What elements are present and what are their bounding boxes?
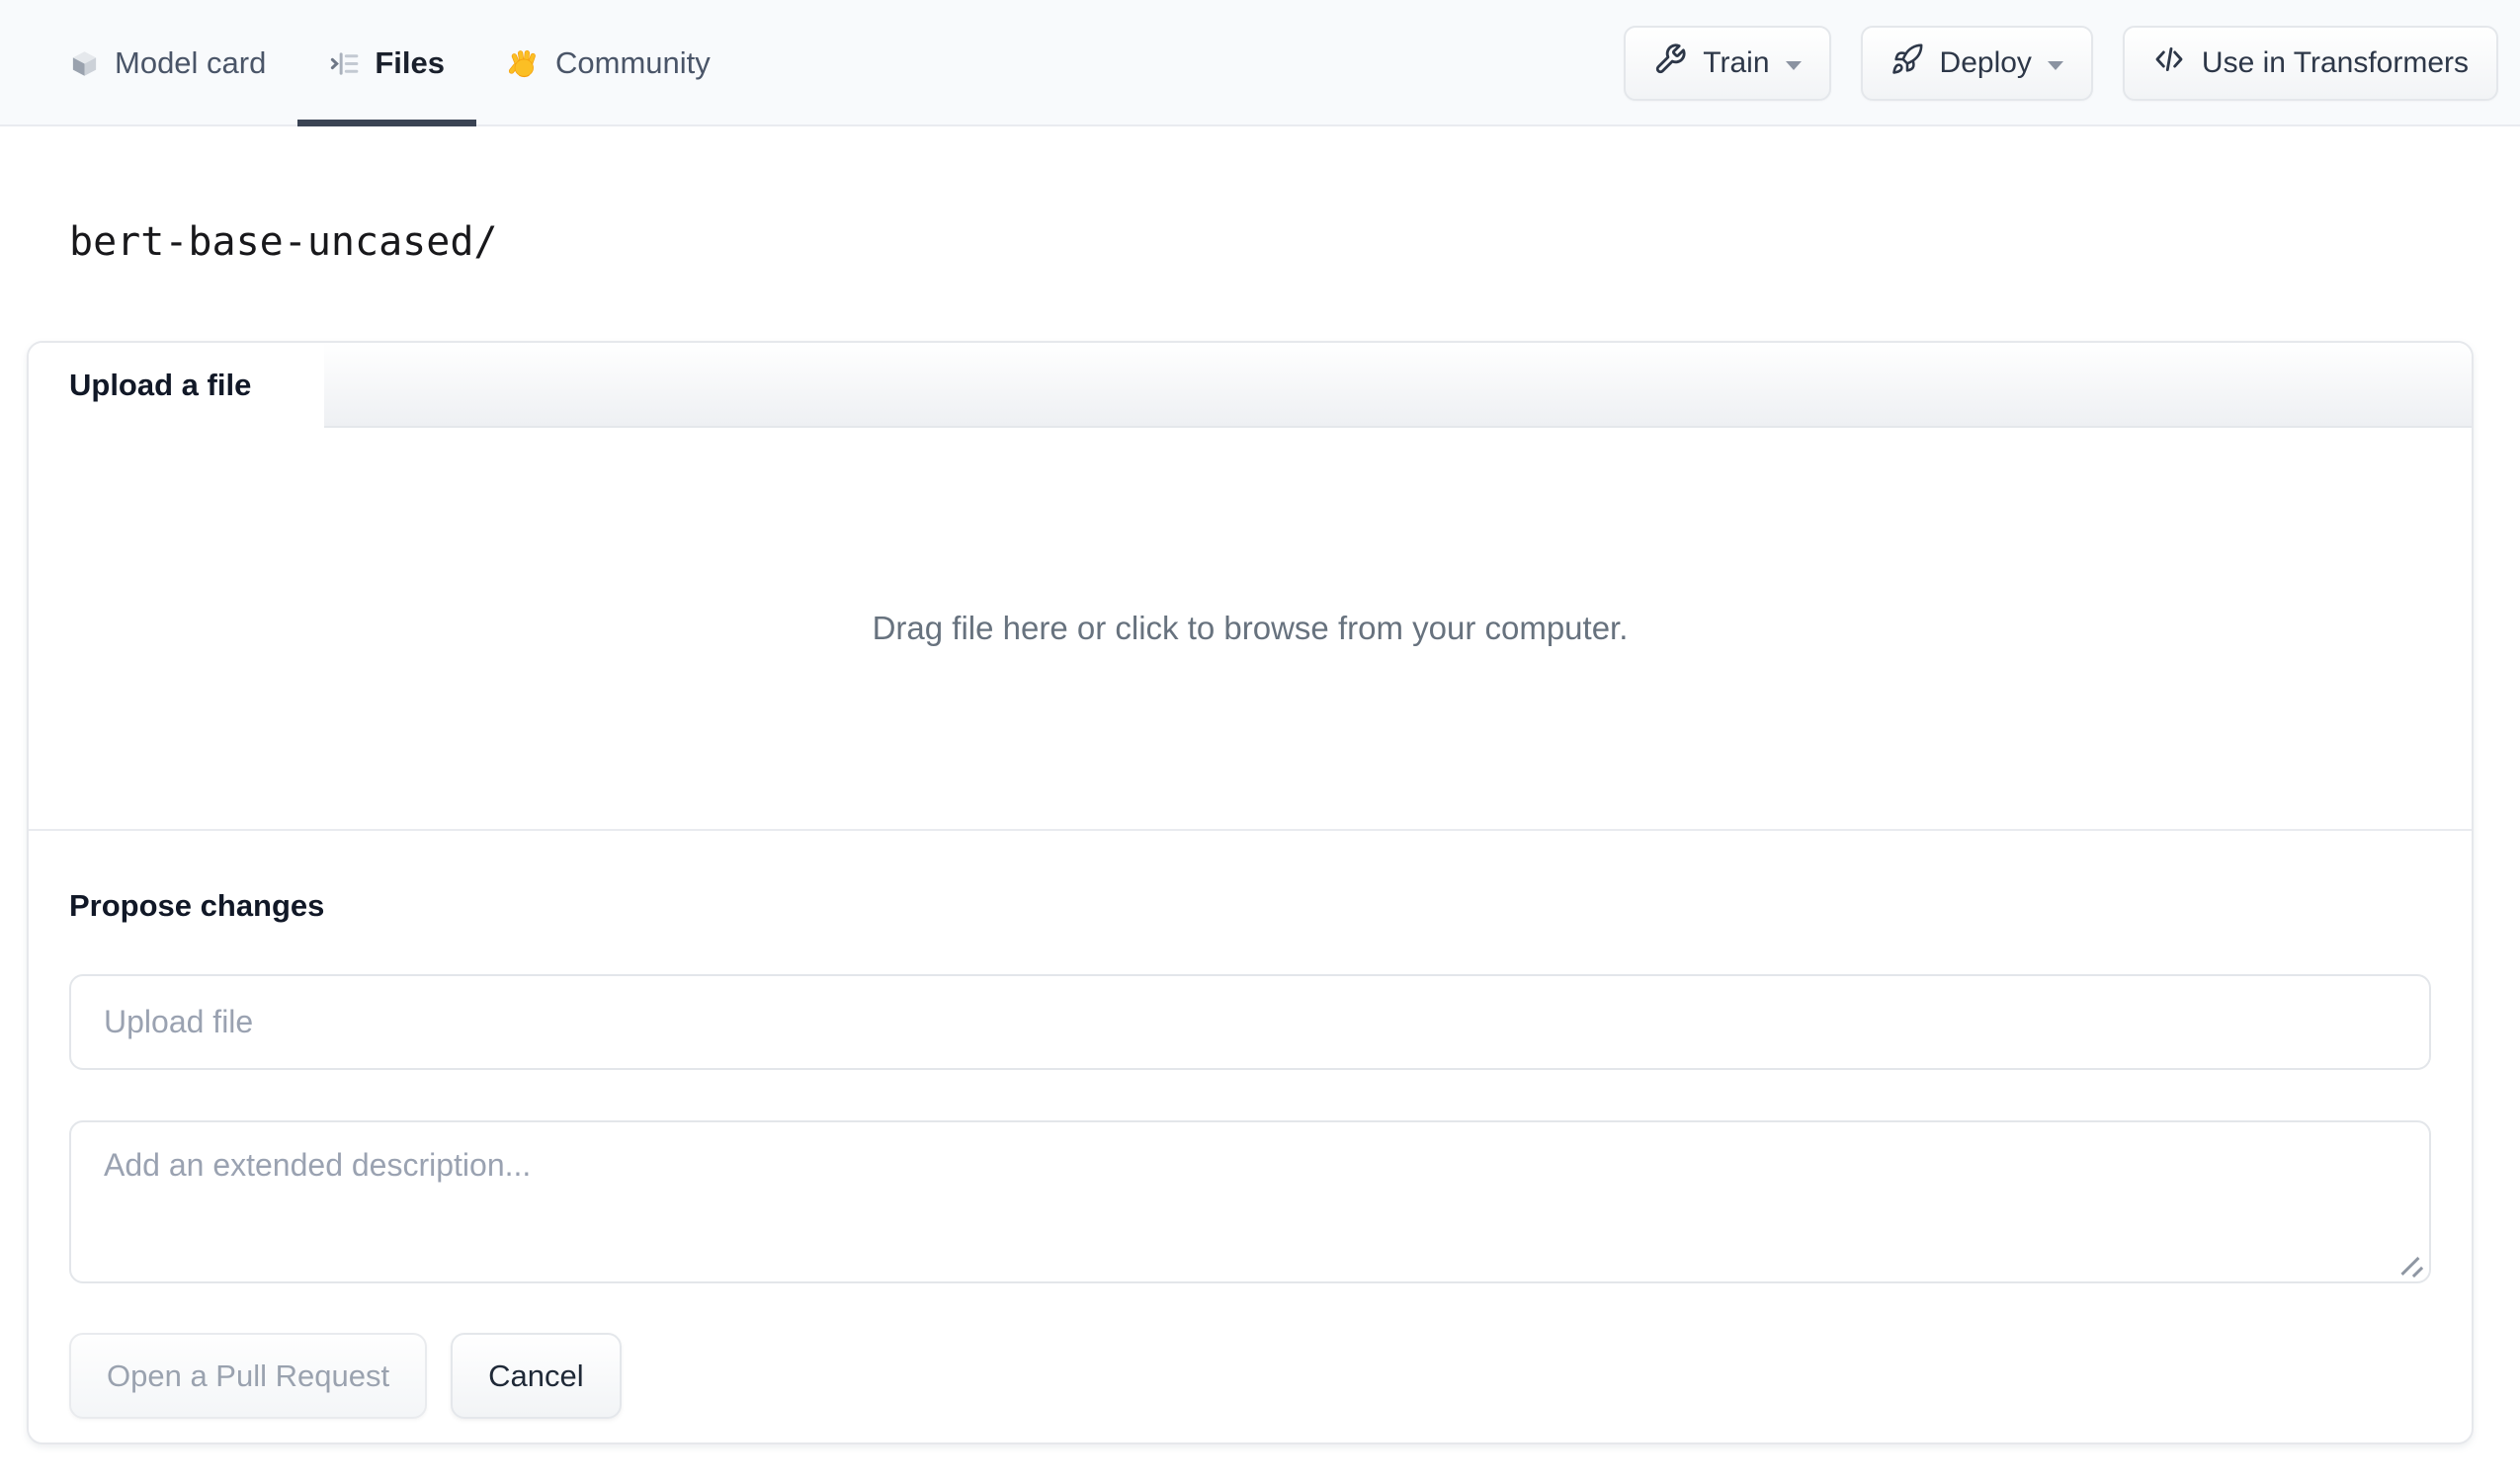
- tab-label: Upload a file: [69, 368, 252, 402]
- extended-description-textarea[interactable]: [69, 1120, 2431, 1283]
- repo-path: bert-base-uncased/: [69, 219, 498, 265]
- tab-files[interactable]: Files: [297, 0, 476, 126]
- open-pull-request-button[interactable]: Open a Pull Request: [69, 1333, 428, 1419]
- tab-label: Community: [555, 45, 711, 80]
- upload-file-input[interactable]: [69, 974, 2431, 1070]
- resize-handle-icon[interactable]: [2396, 1249, 2422, 1275]
- caret-down-icon: [1785, 60, 1802, 70]
- wrench-icon: [1653, 42, 1687, 84]
- button-label: Train: [1703, 46, 1770, 79]
- tab-label: Files: [375, 45, 446, 80]
- description-field-wrap: [69, 1120, 2431, 1283]
- files-list-icon: [329, 48, 360, 79]
- propose-changes-section: Propose changes Open a Pull Request Canc…: [29, 831, 2472, 1419]
- button-label: Use in Transformers: [2201, 46, 2469, 79]
- file-dropzone[interactable]: Drag file here or click to browse from y…: [29, 428, 2472, 831]
- code-icon: [2152, 42, 2186, 84]
- use-in-transformers-button[interactable]: Use in Transformers: [2122, 26, 2498, 101]
- cube-icon: [69, 48, 100, 79]
- dropzone-hint: Drag file here or click to browse from y…: [872, 610, 1629, 646]
- upload-card: Upload a file Drag file here or click to…: [27, 341, 2474, 1444]
- propose-changes-heading: Propose changes: [69, 888, 325, 923]
- train-button[interactable]: Train: [1624, 26, 1831, 101]
- rocket-icon: [1890, 42, 1924, 84]
- tab-upload-a-file[interactable]: Upload a file: [29, 343, 324, 428]
- tab-model-card[interactable]: Model card: [38, 0, 297, 126]
- header: Model card Files Community Train Deploy …: [0, 0, 2520, 126]
- breadcrumb[interactable]: bert-base-uncased/: [69, 219, 497, 265]
- deploy-button[interactable]: Deploy: [1860, 26, 2093, 101]
- waving-hand-icon: [508, 47, 541, 80]
- cancel-button[interactable]: Cancel: [451, 1333, 622, 1419]
- propose-actions: Open a Pull Request Cancel: [69, 1333, 2431, 1419]
- tabbar-filler: [324, 343, 2472, 428]
- repo-tabs: Model card Files Community: [38, 0, 742, 126]
- caret-down-icon: [2047, 60, 2063, 70]
- upload-card-tabbar: Upload a file: [29, 343, 2472, 428]
- header-actions: Train Deploy Use in Transformers: [1624, 26, 2498, 101]
- button-label: Deploy: [1939, 46, 2032, 79]
- tab-community[interactable]: Community: [476, 0, 742, 126]
- page: Model card Files Community Train Deploy …: [0, 0, 2520, 1482]
- tab-label: Model card: [115, 45, 267, 80]
